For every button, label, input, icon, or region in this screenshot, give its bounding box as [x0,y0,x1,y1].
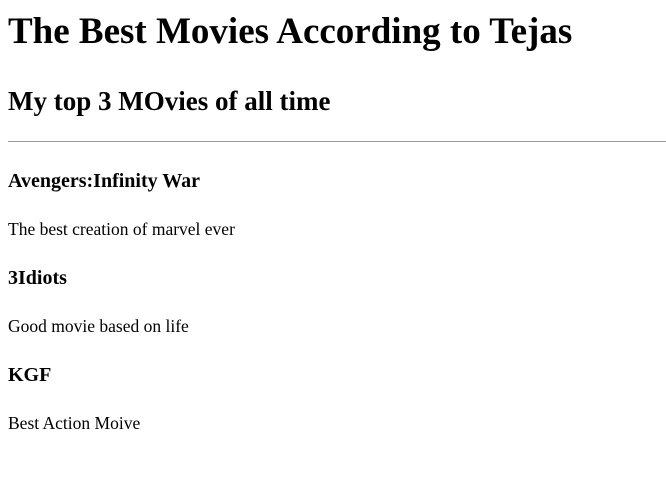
page: The Best Movies According to Tejas My to… [0,0,666,493]
divider [8,141,666,142]
movie-description-1: The best creation of marvel ever [8,219,235,239]
movie-title-1: Avengers:Infinity War [8,170,201,192]
page-title: The Best Movies According to Tejas [8,11,573,52]
movie-title-2: 3Idiots [8,267,67,289]
movie-description-3: Best Action Moive [8,413,141,433]
movie-title-3: KGF [8,364,52,386]
movie-description-2: Good movie based on life [8,316,189,336]
page-subtitle: My top 3 MOvies of all time [8,86,331,116]
